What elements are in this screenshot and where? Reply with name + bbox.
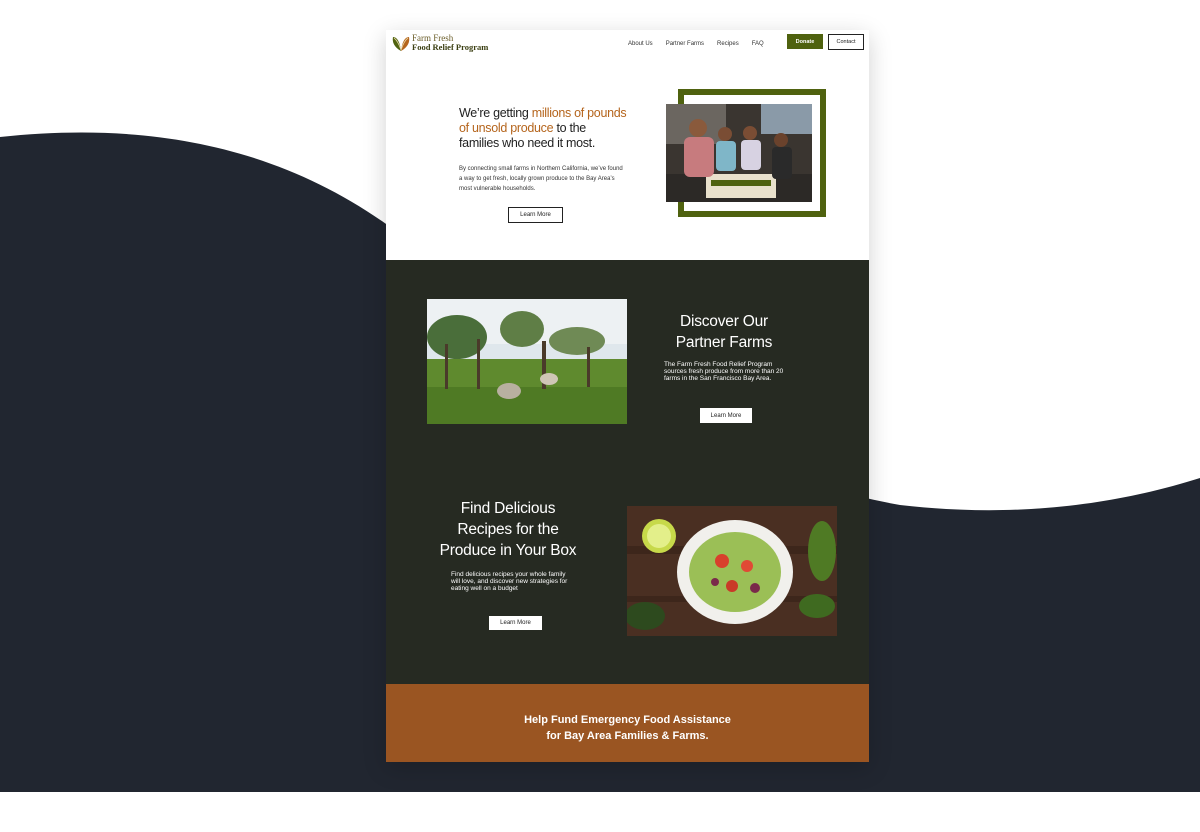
leaf-icon [392, 37, 410, 51]
logo[interactable]: Farm Fresh Food Relief Program [391, 34, 488, 52]
nav-recipes[interactable]: Recipes [717, 40, 739, 48]
site-header: Farm Fresh Food Relief Program About Us … [386, 30, 869, 64]
partner-farms-description: The Farm Fresh Food Relief Program sourc… [664, 361, 784, 382]
recipes-learn-more-button[interactable]: Learn More [489, 616, 542, 630]
main-nav: About Us Partner Farms Recipes FAQ [628, 40, 777, 48]
donate-button[interactable]: Donate [787, 34, 823, 49]
hero-description: By connecting small farms in Northern Ca… [459, 166, 623, 192]
nav-partner-farms[interactable]: Partner Farms [666, 40, 704, 48]
recipes-title: Find Delicious Recipes for the Produce i… [439, 500, 577, 559]
logo-line2: Food Relief Program [412, 42, 489, 52]
hero-title-pre: We’re getting [459, 106, 532, 120]
fund-line1: Help Fund Emergency Food Assistance [524, 714, 731, 726]
farm-photo [427, 299, 627, 424]
nav-faq[interactable]: FAQ [752, 40, 764, 48]
farms-learn-more-button[interactable]: Learn More [700, 408, 752, 423]
partner-farms-title: Discover Our Partner Farms [675, 313, 773, 351]
hero-learn-more-button[interactable]: Learn More [508, 207, 563, 223]
hero-title: We’re getting millions of pounds of unso… [459, 106, 629, 151]
fund-text: Help Fund Emergency Food Assistance for … [486, 712, 769, 744]
contact-button[interactable]: Contact [828, 34, 864, 50]
fund-line2: for Bay Area Families & Farms. [546, 730, 709, 742]
recipes-description: Find delicious recipes your whole family… [451, 571, 568, 592]
family-photo [666, 104, 812, 202]
landing-page: Farm Fresh Food Relief Program About Us … [386, 30, 869, 762]
salad-photo [627, 506, 837, 636]
nav-about-us[interactable]: About Us [628, 40, 653, 48]
